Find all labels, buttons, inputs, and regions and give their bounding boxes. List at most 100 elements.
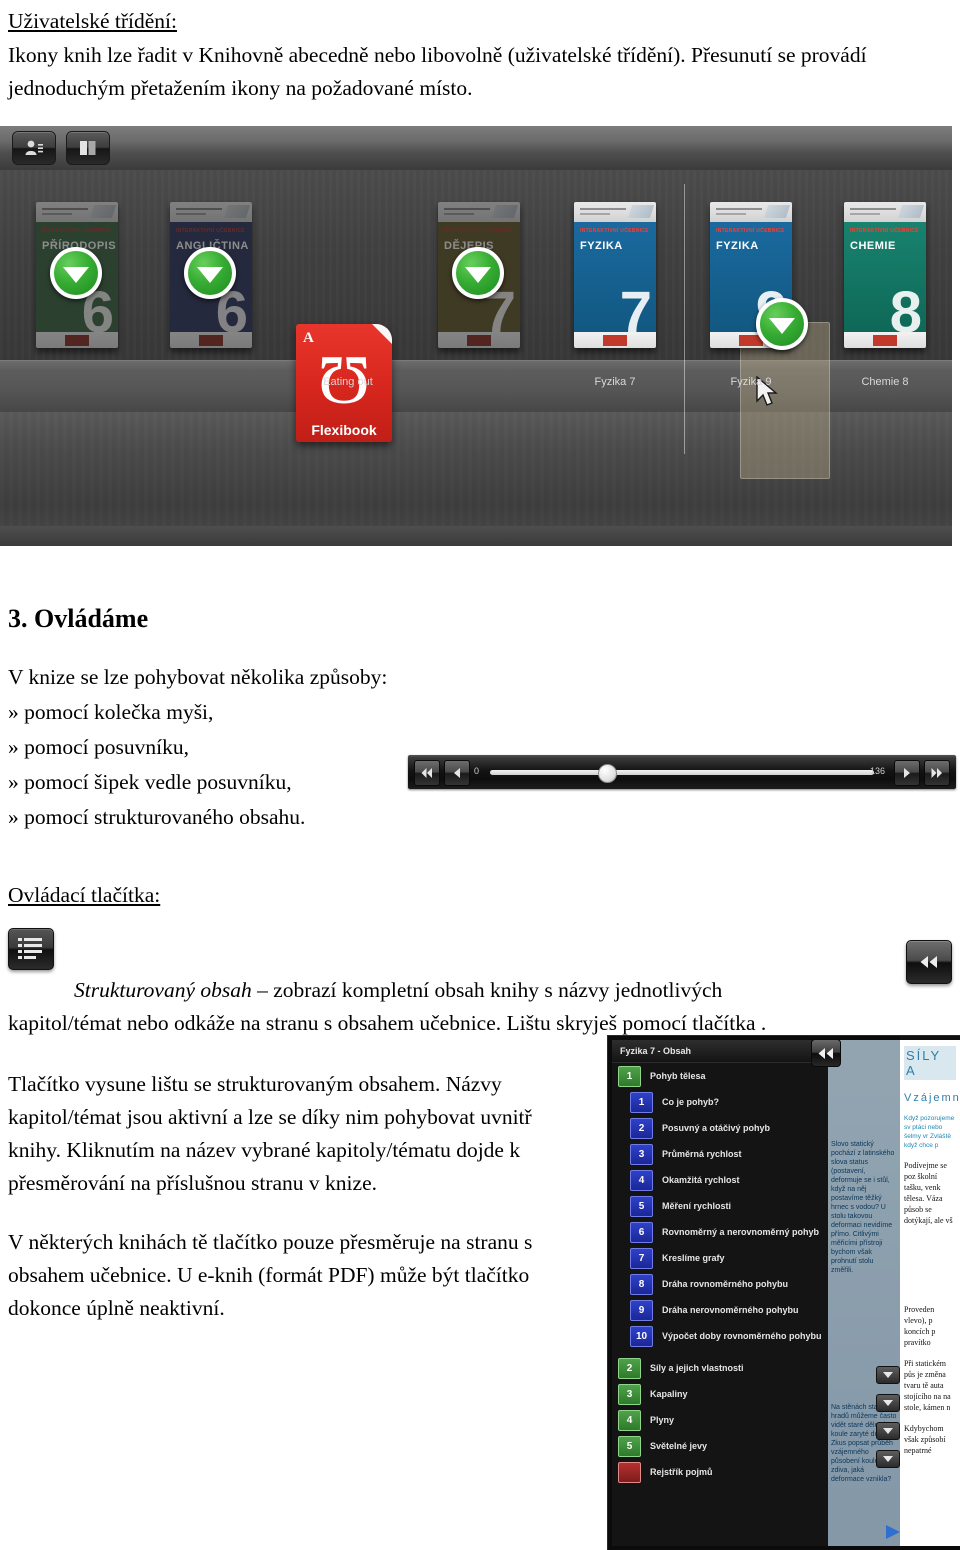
double-right-arrow-icon [931, 768, 942, 778]
book-cover-title: FYZIKA [580, 240, 623, 252]
book-label: Chemie 8 [861, 376, 909, 388]
toc-entry-label: Posuvný a otáčivý pohyb [662, 1123, 771, 1133]
controls-line-1: Strukturovaný obsah – zobrazí kompletní … [8, 974, 898, 1007]
book-cover-footer [170, 332, 252, 348]
download-badge-icon[interactable] [50, 247, 102, 299]
page-body-text-2: Proveden vlevo), p koncích p pravítko [904, 1305, 936, 1347]
toc-entry-number: 10 [630, 1325, 653, 1347]
toc-entry[interactable]: 7 Kreslíme grafy [612, 1245, 828, 1271]
page-intro-teal-text: Když pozorujeme sv ptáci nebo šelmy vr Z… [904, 1115, 955, 1149]
intro-paragraph: Ikony knih lze řadit v Knihovně abecedně… [8, 39, 952, 105]
page-start-label: 0 [474, 766, 480, 776]
toc-entry[interactable]: 3 Kapaliny [612, 1381, 828, 1407]
books-view-glyph [80, 141, 96, 155]
toc-entry[interactable]: 10 Výpočet doby rovnoměrného pohybu [612, 1323, 828, 1349]
double-left-arrow-icon [421, 768, 432, 778]
book-cover-title: FYZIKA [716, 240, 759, 252]
book-tile[interactable]: INTERAKTIVNÍ UČEBNICE CHEMIE 8 [844, 202, 926, 348]
bookshelf-toolbar [0, 126, 952, 171]
expand-chapter-4-icon[interactable] [876, 1422, 900, 1440]
controls-desc-tail: . [760, 1011, 767, 1035]
toc-entry-label: Světelné jevy [650, 1441, 708, 1451]
book-kicker: INTERAKTIVNÍ UČEBNICE [176, 228, 245, 234]
expand-chapter-2-icon[interactable] [876, 1366, 900, 1384]
toc-entry-label: Dráha nerovnoměrného pohybu [662, 1305, 799, 1315]
toc-entry-label: Průměrná rychlost [662, 1149, 742, 1159]
toc-entry-number: 4 [618, 1409, 641, 1431]
download-badge-icon[interactable] [756, 298, 808, 350]
toc-entry[interactable]: Rejstřík pojmů [612, 1459, 828, 1485]
toc-entry-label: Dráha rovnoměrného pohybu [662, 1279, 789, 1289]
book-cover-footer [36, 332, 118, 348]
user-profile-icon[interactable] [12, 131, 56, 165]
first-page-button[interactable] [414, 760, 440, 786]
download-badge-icon[interactable] [452, 247, 504, 299]
book-cover-title: CHEMIE [850, 240, 896, 252]
controls-desc-1: – zobrazí kompletní obsah knihy s názvy … [257, 978, 723, 1002]
toc-entry[interactable]: 4 Okamžitá rychlost [612, 1167, 828, 1193]
toc-entry[interactable]: 2 Síly a jejich vlastnosti [612, 1355, 828, 1381]
next-page-arrow-icon[interactable] [884, 1524, 902, 1540]
toc-entry-label: Kreslíme grafy [662, 1253, 725, 1263]
toc-entry[interactable]: 4 Plyny [612, 1407, 828, 1433]
expand-chapter-5-icon[interactable] [876, 1450, 900, 1468]
page-middle-text: Slovo statický pochází z latinského slov… [831, 1141, 895, 1274]
controls-description: Strukturovaný obsah – zobrazí kompletní … [8, 940, 952, 1040]
book-cover-header [710, 202, 792, 222]
toc-entry-label: Okamžitá rychlost [662, 1175, 740, 1185]
toc-entry-number: 2 [630, 1117, 653, 1139]
page-title-primary: SÍLY A [904, 1046, 956, 1080]
toc-entry[interactable]: 9 Dráha nerovnoměrného pohybu [612, 1297, 828, 1323]
toc-entry-number: 5 [630, 1195, 653, 1217]
toc-entry-label: Síly a jejich vlastnosti [650, 1363, 744, 1373]
toc-entry[interactable]: 1 Pohyb tělesa [612, 1063, 828, 1089]
drop-insert-indicator [684, 184, 685, 454]
toc-entry[interactable]: 5 Světelné jevy [612, 1433, 828, 1459]
controls-heading: Ovládací tlačítka: [8, 883, 161, 907]
toc-entry-number: 4 [630, 1169, 653, 1191]
controls-section: Ovládací tlačítka: Strukturovaný obsah –… [8, 880, 952, 1035]
book-label: Eating out [323, 376, 373, 388]
structured-toc-screenshot: Slovo statický pochází z latinského slov… [608, 1036, 960, 1550]
collapse-sidebar-button[interactable] [811, 1039, 841, 1067]
book-kicker: INTERAKTIVNÍ UČEBNICE [42, 228, 111, 234]
toc-entry[interactable]: 6 Rovnoměrný a nerovnoměrný pohyb [612, 1219, 828, 1245]
toc-entry[interactable]: 3 Průměrná rychlost [612, 1141, 828, 1167]
toc-entry-number: 2 [618, 1357, 641, 1379]
book-cover-header [170, 202, 252, 222]
structured-toc-term: Strukturovaný obsah [74, 978, 252, 1002]
expand-chapter-3-icon[interactable] [876, 1394, 900, 1412]
section-3-block: 3. Ovládáme V knize se lze pohybovat něk… [8, 604, 528, 835]
toc-entry-label: Co je pohyb? [662, 1097, 719, 1107]
structured-toc-icon[interactable] [8, 928, 54, 970]
page-navigation-slider[interactable]: 0 136 [408, 755, 956, 789]
toc-entry[interactable]: 5 Měření rychlosti [612, 1193, 828, 1219]
toc-entry[interactable]: 8 Dráha rovnoměrného pohybu [612, 1271, 828, 1297]
toc-entry-number: 7 [630, 1247, 653, 1269]
book-page-middle: Slovo statický pochází z latinského slov… [828, 1040, 900, 1546]
intro-block: Uživatelské třídění: Ikony knih lze řadi… [8, 6, 952, 105]
page-slider-handle[interactable] [598, 764, 617, 783]
page-title-secondary: Vzájemn [904, 1092, 960, 1104]
book-tile[interactable]: INTERAKTIVNÍ UČEBNICE FYZIKA 7 [574, 202, 656, 348]
shelf-bottom-strip [0, 526, 952, 546]
prev-page-button[interactable] [444, 760, 470, 786]
toc-entry-number: 5 [618, 1435, 641, 1457]
toc-entry-number: 9 [630, 1299, 653, 1321]
page-body-text-1: Podívejme se poz školní tašku, venk těle… [904, 1161, 953, 1225]
next-page-button[interactable] [894, 760, 920, 786]
book-cover-header [844, 202, 926, 222]
page-slider-track[interactable] [490, 770, 874, 775]
toc-entry[interactable]: 1 Co je pohyb? [612, 1089, 828, 1115]
toc-entry[interactable]: 2 Posuvný a otáčivý pohyb [612, 1115, 828, 1141]
download-badge-icon[interactable] [184, 247, 236, 299]
bullet-structured-toc: » pomocí strukturovaného obsahu. [8, 805, 306, 829]
toc-entry-number: 8 [630, 1273, 653, 1295]
books-view-icon[interactable] [66, 131, 110, 165]
toc-entry-number: 3 [618, 1383, 641, 1405]
hide-sidebar-button[interactable] [906, 940, 952, 984]
book-cover-header [438, 202, 520, 222]
bookshelf-screenshot: INTERAKTIVNÍ UČEBNICE PŘÍRODOPIS 6 INTER… [0, 126, 952, 546]
last-page-button[interactable] [924, 760, 950, 786]
bottom-description-block: Tlačítko vysune lištu se strukturovaným … [8, 1068, 588, 1325]
